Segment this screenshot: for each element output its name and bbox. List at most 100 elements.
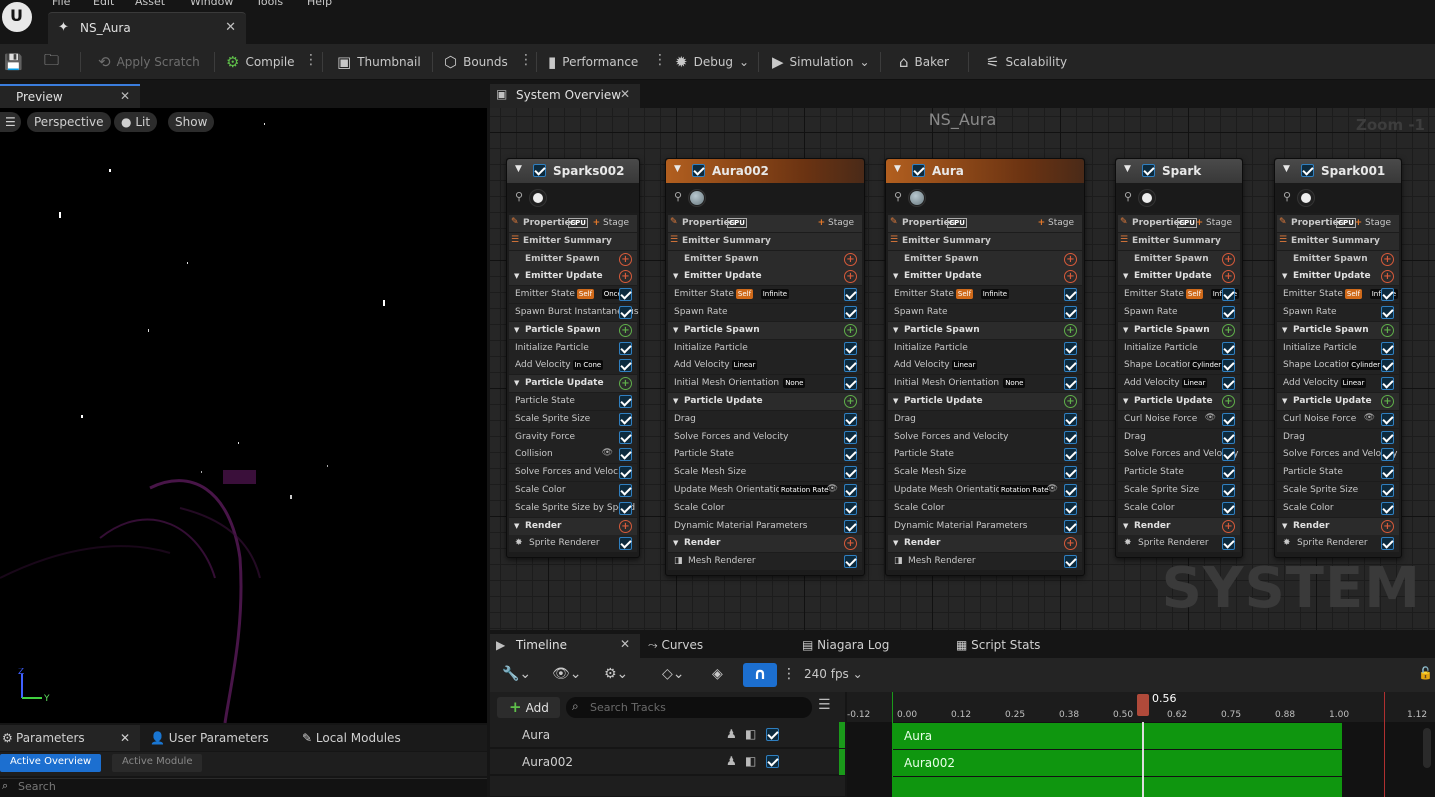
emitter-row[interactable]: Emitter Spawn + <box>1118 250 1240 268</box>
collapse-arrow-icon[interactable]: ▼ <box>894 164 901 174</box>
add-stage-button[interactable]: + Stage <box>593 218 629 228</box>
module-enabled-checkbox[interactable] <box>1064 430 1077 444</box>
module-enabled-checkbox[interactable] <box>1381 377 1394 391</box>
bounds-options-icon[interactable]: ⋮ <box>519 52 533 68</box>
snap-options-icon[interactable]: ⋮ <box>782 666 796 682</box>
add-module-plus-icon[interactable]: + <box>1222 270 1235 284</box>
module-row[interactable]: Add Velocity Linear <box>1118 375 1240 393</box>
module-enabled-checkbox[interactable] <box>1222 448 1235 462</box>
module-enabled-checkbox[interactable] <box>1222 377 1235 391</box>
module-enabled-checkbox[interactable] <box>844 306 857 319</box>
module-row[interactable]: Initialize Particle <box>509 339 637 357</box>
module-enabled-checkbox[interactable] <box>844 519 857 533</box>
thumbnail-button[interactable]: ▣ Thumbnail <box>337 44 421 80</box>
module-row[interactable]: Scale Color <box>668 499 862 517</box>
module-row[interactable]: Spawn Rate <box>1118 304 1240 321</box>
search-tracks-input[interactable]: ⌕ Search Tracks <box>566 697 812 718</box>
collapse-arrow-icon[interactable]: ▼ <box>893 272 898 280</box>
module-row[interactable]: Drag <box>1118 428 1240 446</box>
emitter-header[interactable]: ▼ Spark001 <box>1275 159 1401 183</box>
tab-parameters[interactable]: ⚙ Parameters ✕ <box>0 725 140 751</box>
close-tab-icon[interactable]: ✕ <box>225 20 236 35</box>
module-row[interactable]: Emitter StateSelf Infinite <box>668 286 862 304</box>
scalability-button[interactable]: ⚟ Scalability <box>986 44 1067 80</box>
add-module-plus-icon[interactable]: + <box>1064 252 1077 266</box>
emitter-row[interactable]: Emitter Spawn + <box>1277 250 1399 268</box>
system-overview-tab[interactable]: ▣ System Overview ✕ <box>490 84 640 108</box>
eye-icon[interactable]: 👁 <box>827 484 838 494</box>
document-tab[interactable]: ✦ NS_Aura ✕ <box>48 12 246 44</box>
emitter-pin-icon[interactable]: ♟ <box>726 727 737 741</box>
add-module-plus-icon[interactable]: + <box>1222 395 1235 408</box>
collapse-arrow-icon[interactable]: ▼ <box>1123 397 1128 405</box>
lock-icon[interactable]: 🔓 <box>1418 666 1433 680</box>
stage-header[interactable]: ▼ Emitter Update + <box>509 268 637 286</box>
module-row[interactable]: ✸ Sprite Renderer <box>1118 535 1240 553</box>
module-enabled-checkbox[interactable] <box>1381 484 1394 497</box>
stage-header[interactable]: ▼ Particle Update + <box>668 393 862 410</box>
module-enabled-checkbox[interactable] <box>619 359 632 373</box>
module-enabled-checkbox[interactable] <box>844 466 857 480</box>
module-row[interactable]: Solve Forces and Velocity <box>509 464 637 482</box>
stage-header[interactable]: ▼ Emitter Update + <box>1277 268 1399 286</box>
module-row[interactable]: Curl Noise Force 👁 <box>1118 410 1240 428</box>
module-enabled-checkbox[interactable] <box>1381 466 1394 480</box>
tab-user-parameters[interactable]: 👤 User Parameters <box>150 731 269 745</box>
emitter-enabled-checkbox[interactable] <box>692 164 705 177</box>
module-row[interactable]: ✸ Sprite Renderer <box>1277 535 1399 553</box>
emitter-row[interactable]: Emitter Spawn + <box>668 250 862 268</box>
emitter-enabled-checkbox[interactable] <box>912 164 925 177</box>
tab-timeline[interactable]: ▶ Timeline ✕ <box>490 634 640 658</box>
eye-icon[interactable]: 👁 <box>1364 413 1375 423</box>
module-enabled-checkbox[interactable] <box>619 466 632 480</box>
add-module-plus-icon[interactable]: + <box>1381 252 1394 266</box>
compile-options-icon[interactable]: ⋮ <box>304 52 318 68</box>
stage-header[interactable]: ▼ Emitter Update + <box>668 268 862 286</box>
module-row[interactable]: Initialize Particle <box>668 339 862 357</box>
module-enabled-checkbox[interactable] <box>1222 430 1235 444</box>
module-row[interactable]: Scale Color <box>888 499 1082 517</box>
menu-file[interactable]: File <box>52 0 70 8</box>
add-module-plus-icon[interactable]: + <box>1064 537 1077 551</box>
module-row[interactable]: Dynamic Material Parameters <box>888 517 1082 535</box>
stage-header[interactable]: ▼ Particle Spawn + <box>1277 321 1399 339</box>
collapse-arrow-icon[interactable]: ▼ <box>673 539 678 547</box>
add-module-plus-icon[interactable]: + <box>619 252 632 266</box>
track-row[interactable]: Aura ♟ ◧ <box>490 722 845 748</box>
emitter-enabled-checkbox[interactable] <box>533 164 546 177</box>
module-row[interactable]: Solve Forces and Velocity <box>1277 446 1399 464</box>
module-row[interactable]: Scale Color <box>509 482 637 499</box>
close-tab-icon[interactable]: ✕ <box>120 731 130 745</box>
collapse-arrow-icon[interactable]: ▼ <box>514 272 519 280</box>
emitter-header[interactable]: ▼ Aura002 <box>666 159 864 183</box>
module-row[interactable]: Scale Mesh Size <box>668 464 862 482</box>
module-row[interactable]: Add Velocity In Cone <box>509 357 637 375</box>
collapse-arrow-icon[interactable]: ▼ <box>1283 164 1290 174</box>
playhead-handle[interactable] <box>1137 694 1149 716</box>
module-row[interactable]: Solve Forces and Velocity <box>668 428 862 446</box>
module-enabled-checkbox[interactable] <box>1381 359 1394 373</box>
module-enabled-checkbox[interactable] <box>619 537 632 551</box>
debug-dropdown[interactable]: ✹ Debug ⌄ <box>675 44 749 80</box>
add-module-plus-icon[interactable]: + <box>1222 323 1235 337</box>
module-enabled-checkbox[interactable] <box>619 430 632 444</box>
add-module-plus-icon[interactable]: + <box>1064 395 1077 408</box>
add-module-plus-icon[interactable]: + <box>844 537 857 551</box>
active-module-filter[interactable]: Active Module <box>112 754 203 772</box>
module-enabled-checkbox[interactable] <box>844 412 857 426</box>
close-tab-icon[interactable]: ✕ <box>120 89 130 103</box>
module-row[interactable]: Scale Sprite Size <box>509 410 637 428</box>
vertical-scrollbar[interactable] <box>1423 728 1431 768</box>
keyframe-icon[interactable]: ◇⌄ <box>662 666 685 682</box>
module-enabled-checkbox[interactable] <box>1222 537 1235 551</box>
add-stage-button[interactable]: + Stage <box>818 218 854 228</box>
stage-header[interactable]: ▼ Emitter Update + <box>888 268 1082 286</box>
module-row[interactable]: Add Velocity Linear <box>668 357 862 375</box>
module-enabled-checkbox[interactable] <box>1064 448 1077 462</box>
wrench-icon[interactable]: 🔧⌄ <box>502 666 531 682</box>
emitter-bar[interactable]: Aura002 <box>892 750 1342 776</box>
module-row[interactable]: Scale Sprite Size by Speed <box>509 499 637 517</box>
stage-header[interactable]: ▼ Particle Update + <box>1118 393 1240 410</box>
collapse-arrow-icon[interactable]: ▼ <box>893 326 898 334</box>
module-enabled-checkbox[interactable] <box>1381 430 1394 444</box>
